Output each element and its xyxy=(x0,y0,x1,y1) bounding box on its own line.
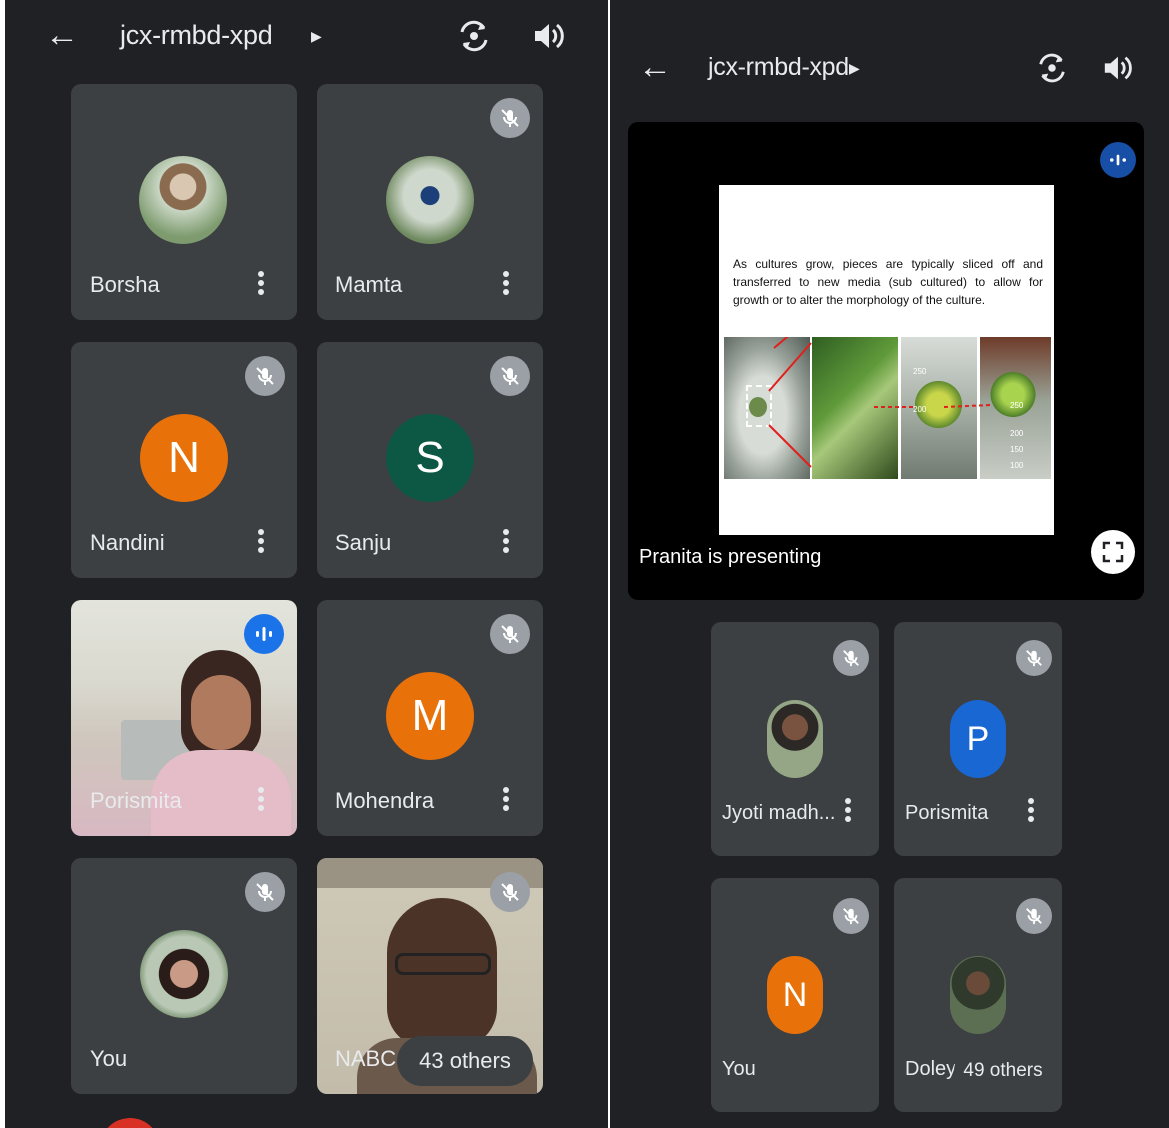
participant-name: Mohendra xyxy=(335,788,435,813)
right-meeting-screen: ← jcx-rmbd-xpd ▶ As cultures grow, piece… xyxy=(610,0,1169,1128)
avatar xyxy=(139,156,227,244)
participant-tile-porismita[interactable]: Porismita xyxy=(71,600,297,836)
left-top-bar: ← jcx-rmbd-xpd ▶ xyxy=(5,0,608,70)
more-options-icon[interactable] xyxy=(502,787,510,814)
more-options-icon[interactable] xyxy=(257,529,265,556)
mic-off-icon xyxy=(490,614,530,654)
participant-tile-mamta[interactable]: Mamta xyxy=(317,84,543,320)
participant-tile-nandini[interactable]: N Nandini xyxy=(71,342,297,578)
participant-tile-porismita[interactable]: P Porismita xyxy=(894,622,1062,856)
presentation-stage[interactable]: As cultures grow, pieces are typically s… xyxy=(628,122,1144,600)
participant-name: You xyxy=(90,1046,128,1071)
mic-off-icon xyxy=(833,898,869,934)
participant-tile-nabc[interactable]: NABC 43 others xyxy=(317,858,543,1094)
caret-right-icon[interactable]: ▶ xyxy=(311,28,322,45)
switch-camera-icon[interactable] xyxy=(457,20,491,57)
mic-off-icon xyxy=(1016,898,1052,934)
participant-name: Porismita xyxy=(90,788,182,813)
participant-name: Borsha xyxy=(90,272,160,297)
avatar: P xyxy=(950,700,1006,778)
presenting-label: Pranita is presenting xyxy=(639,546,822,568)
more-options-icon[interactable] xyxy=(257,787,265,814)
meeting-code[interactable]: jcx-rmbd-xpd xyxy=(120,20,273,51)
participant-name: You xyxy=(722,1058,756,1080)
mic-off-icon xyxy=(833,640,869,676)
left-meeting-screen: ← jcx-rmbd-xpd ▶ Borsha Mamta N Nandini xyxy=(5,0,608,1128)
avatar: S xyxy=(386,414,474,502)
participant-tile-sanju[interactable]: S Sanju xyxy=(317,342,543,578)
presented-slide: As cultures grow, pieces are typically s… xyxy=(719,185,1054,535)
participant-name: Sanju xyxy=(335,530,392,555)
participant-name: NABC xyxy=(335,1046,397,1071)
speaker-icon[interactable] xyxy=(1102,53,1132,88)
switch-camera-icon[interactable] xyxy=(1036,52,1068,89)
speaking-indicator-icon xyxy=(1100,142,1136,178)
mic-off-icon xyxy=(490,356,530,396)
caret-right-icon[interactable]: ▶ xyxy=(849,60,860,77)
participant-tile-doley[interactable]: Doley 49 others xyxy=(894,878,1062,1112)
avatar xyxy=(386,156,474,244)
more-options-icon[interactable] xyxy=(502,529,510,556)
speaking-indicator-icon xyxy=(244,614,284,654)
mic-off-icon xyxy=(245,356,285,396)
mic-off-icon xyxy=(490,98,530,138)
participant-tile-you[interactable]: N You xyxy=(711,878,879,1112)
mic-off-icon xyxy=(490,872,530,912)
slide-text: As cultures grow, pieces are typically s… xyxy=(733,257,1043,307)
leave-call-button-partial[interactable] xyxy=(100,1118,160,1128)
mic-off-icon xyxy=(245,872,285,912)
more-options-icon[interactable] xyxy=(502,271,510,298)
speaker-icon[interactable] xyxy=(532,21,564,56)
participant-name: Doley xyxy=(905,1058,957,1080)
meeting-code[interactable]: jcx-rmbd-xpd xyxy=(708,53,849,82)
participant-name: Porismita xyxy=(905,802,989,824)
others-count-pill[interactable]: 43 others xyxy=(397,1036,533,1086)
more-options-icon[interactable] xyxy=(844,798,852,825)
avatar xyxy=(767,700,823,778)
avatar xyxy=(950,956,1006,1034)
fullscreen-icon xyxy=(1102,541,1124,563)
avatar: M xyxy=(386,672,474,760)
right-top-bar: ← jcx-rmbd-xpd ▶ xyxy=(610,0,1169,110)
participant-tile-you[interactable]: You xyxy=(71,858,297,1094)
participant-name: Nandini xyxy=(90,530,165,555)
participant-name: Mamta xyxy=(335,272,403,297)
avatar xyxy=(140,930,228,1018)
participant-tile-borsha[interactable]: Borsha xyxy=(71,84,297,320)
mic-off-icon xyxy=(1016,640,1052,676)
participant-tile-jyoti[interactable]: Jyoti madh... xyxy=(711,622,879,856)
avatar: N xyxy=(140,414,228,502)
fullscreen-button[interactable] xyxy=(1091,530,1135,574)
participant-name: Jyoti madh... xyxy=(722,802,836,824)
others-count-pill[interactable]: 49 others xyxy=(954,1046,1052,1096)
back-arrow-icon[interactable]: ← xyxy=(45,18,79,52)
slide-arrows xyxy=(768,342,992,468)
participant-tile-mohendra[interactable]: M Mohendra xyxy=(317,600,543,836)
back-arrow-icon[interactable]: ← xyxy=(638,50,672,84)
more-options-icon[interactable] xyxy=(1027,798,1035,825)
more-options-icon[interactable] xyxy=(257,271,265,298)
avatar: N xyxy=(767,956,823,1034)
